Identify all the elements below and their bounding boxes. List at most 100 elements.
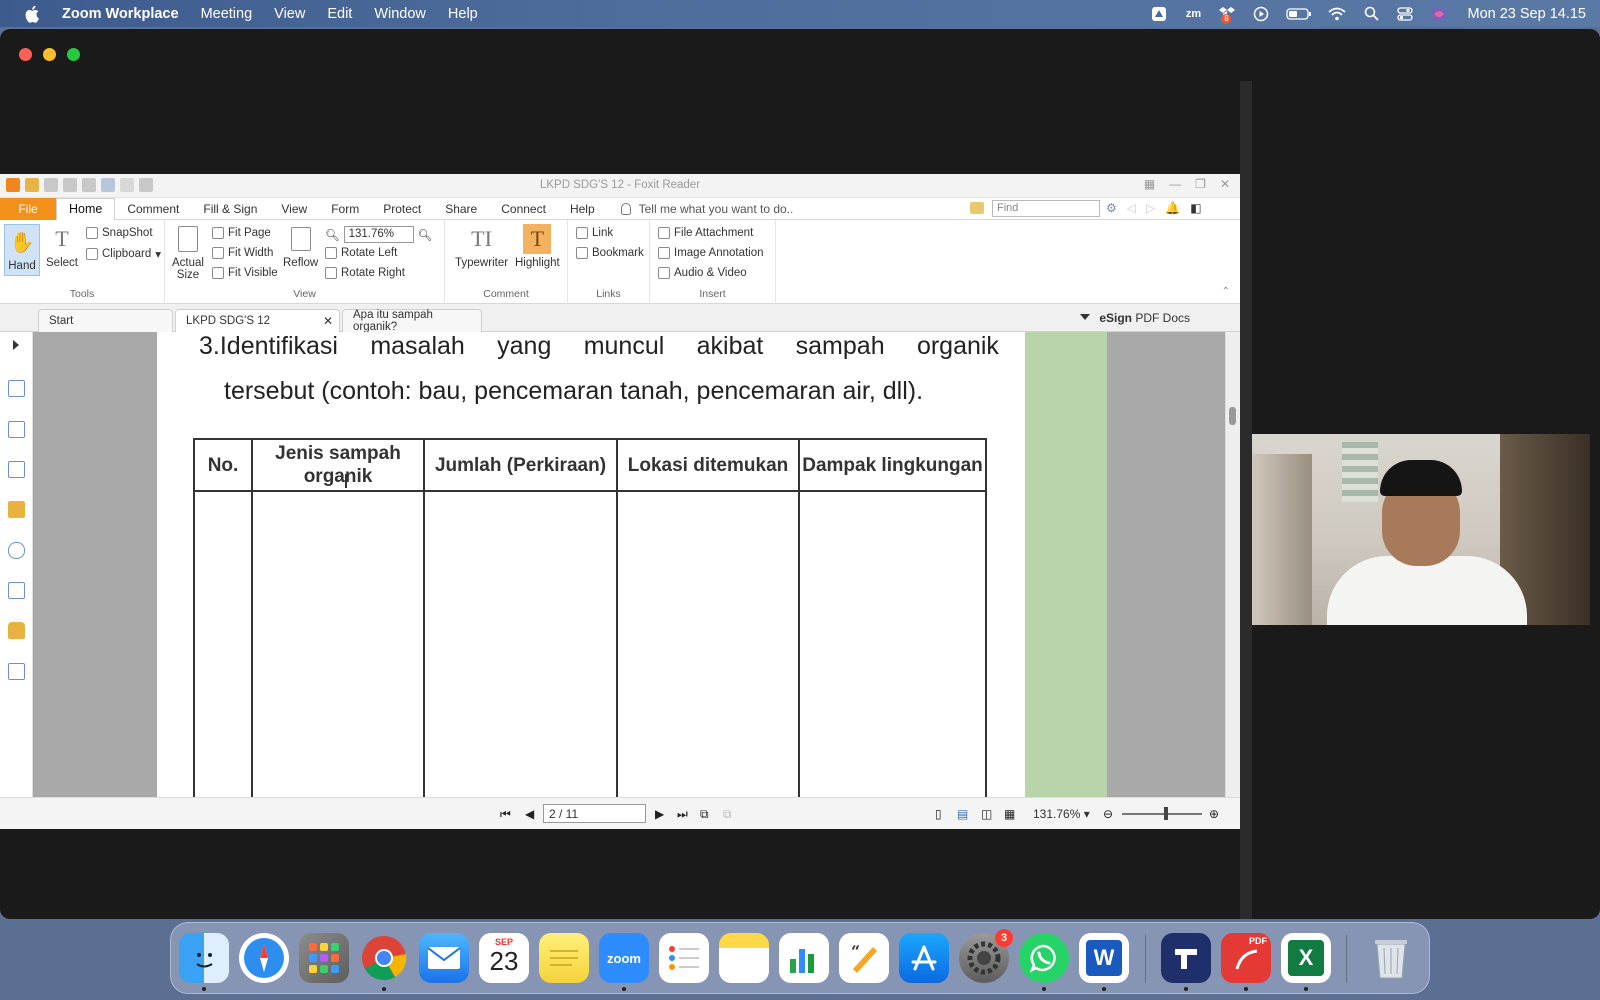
tab-list-dropdown-icon[interactable] — [1080, 314, 1090, 320]
microsoft-excel-icon[interactable]: X — [1281, 933, 1331, 983]
hand-tool-button[interactable]: ✋ Hand — [4, 224, 40, 276]
menu-help[interactable]: Help — [448, 6, 478, 22]
apple-menu-icon[interactable] — [22, 3, 44, 25]
finder-icon[interactable] — [179, 933, 229, 983]
comments-panel-icon[interactable] — [8, 501, 25, 518]
edit-tools-icon[interactable] — [8, 663, 25, 680]
highlight-button[interactable]: T Highlight — [515, 224, 560, 269]
continuous-facing-icon[interactable]: ▦ — [1004, 807, 1015, 821]
stickies-icon[interactable] — [539, 933, 589, 983]
select-tool-button[interactable]: T Select — [46, 224, 78, 269]
zoom-slider-handle[interactable] — [1164, 807, 1168, 820]
zoom-out-icon[interactable]: 🔍︎ — [325, 228, 340, 242]
numbers-icon[interactable] — [779, 933, 829, 983]
find-input[interactable]: Find — [992, 200, 1100, 217]
clipboard-button[interactable]: Clipboard ▾ — [86, 247, 161, 261]
snapshot-button[interactable]: SnapShot — [86, 227, 153, 239]
actual-size-button[interactable]: Actual Size — [172, 224, 204, 281]
menu-edit[interactable]: Edit — [327, 6, 352, 22]
notes-icon[interactable] — [719, 933, 769, 983]
dropbox-icon[interactable]: 8 — [1217, 5, 1237, 24]
reflow-button[interactable]: Reflow — [283, 224, 318, 269]
typewriter-button[interactable]: TI Typewriter — [455, 224, 508, 269]
zoom-in-button-icon[interactable]: ⊕ — [1209, 807, 1219, 821]
attachments-panel-icon[interactable] — [8, 542, 25, 559]
signatures-panel-icon[interactable] — [8, 582, 25, 599]
menubar-clock[interactable]: Mon 23 Sep 14.15 — [1467, 6, 1586, 22]
tab-comment[interactable]: Comment — [115, 198, 191, 220]
vertical-scrollbar[interactable] — [1225, 332, 1240, 797]
thumbnails-panel-icon[interactable] — [8, 421, 25, 438]
zoom-status-icon[interactable]: zm — [1183, 5, 1203, 23]
notification-bell-icon[interactable]: 🔔 — [1165, 201, 1180, 215]
control-center-icon[interactable] — [1395, 5, 1415, 23]
menu-window[interactable]: Window — [374, 6, 426, 22]
tab-protect[interactable]: Protect — [371, 198, 433, 220]
image-annotation-button[interactable]: Image Annotation — [658, 247, 764, 259]
last-page-icon[interactable]: ⏭ — [677, 807, 688, 822]
scrollbar-thumb[interactable] — [1229, 407, 1236, 425]
continuous-view-icon[interactable]: ▤ — [957, 807, 968, 821]
doc-tab-lkpd[interactable]: LKPD SDG'S 12 ✕ — [175, 309, 340, 332]
window-maximize-button[interactable] — [67, 48, 80, 61]
next-view-icon[interactable]: ⧉ — [723, 807, 732, 822]
tab-home[interactable]: Home — [56, 197, 116, 221]
foxit-restore-icon[interactable]: ❐ — [1195, 177, 1206, 191]
previous-view-icon[interactable]: ⧉ — [700, 807, 709, 822]
rotate-right-button[interactable]: Rotate Right — [325, 267, 405, 279]
battery-icon[interactable] — [1285, 5, 1313, 23]
previous-page-icon[interactable]: ◀ — [525, 807, 534, 821]
doc-tab-start[interactable]: Start — [38, 309, 173, 332]
participant-video-tile[interactable] — [1252, 434, 1590, 625]
siri-icon[interactable] — [1429, 5, 1449, 23]
presentation-app-icon[interactable] — [1161, 933, 1211, 983]
window-minimize-button[interactable] — [43, 48, 56, 61]
fit-page-button[interactable]: Fit Page — [212, 227, 271, 239]
collapse-ribbon-icon[interactable]: ⌃ — [1222, 286, 1230, 297]
fit-visible-button[interactable]: Fit Visible — [212, 267, 278, 279]
window-close-button[interactable] — [19, 48, 32, 61]
play-circle-icon[interactable] — [1251, 5, 1271, 23]
zoom-in-icon[interactable]: 🔍︎ — [418, 228, 433, 242]
account-icon[interactable]: ◧ — [1190, 201, 1201, 215]
microsoft-word-icon[interactable]: W — [1079, 933, 1129, 983]
safari-icon[interactable] — [239, 933, 289, 983]
menu-meeting[interactable]: Meeting — [201, 6, 253, 22]
tab-fill-sign[interactable]: Fill & Sign — [191, 198, 269, 220]
zoom-app-icon[interactable]: zoom — [599, 933, 649, 983]
bookmark-button[interactable]: Bookmark — [576, 247, 644, 259]
table-cell[interactable] — [193, 490, 253, 797]
whatsapp-icon[interactable] — [1019, 933, 1069, 983]
spotlight-search-icon[interactable] — [1361, 5, 1381, 23]
tab-form[interactable]: Form — [319, 198, 371, 220]
pdf-reader-icon[interactable]: PDF — [1221, 933, 1271, 983]
menu-view[interactable]: View — [274, 6, 305, 22]
ribbon-display-icon[interactable]: ▦ — [1144, 177, 1155, 191]
page-number-input[interactable]: 2 / 11 — [543, 804, 646, 823]
zoom-level-select[interactable]: 131.76% — [343, 226, 414, 243]
fit-width-button[interactable]: Fit Width — [212, 247, 273, 259]
layers-panel-icon[interactable] — [8, 461, 25, 478]
pages-quote-icon[interactable]: “ — [839, 933, 889, 983]
find-folder-icon[interactable] — [970, 202, 984, 214]
system-settings-icon[interactable]: 3 — [959, 929, 1013, 983]
tab-share[interactable]: Share — [433, 198, 489, 220]
facing-view-icon[interactable]: ◫ — [981, 807, 992, 821]
next-view-icon[interactable]: ▷ — [1146, 201, 1155, 215]
table-cell[interactable] — [616, 490, 800, 797]
trash-icon[interactable] — [1366, 933, 1416, 983]
esign-pdf-docs-button[interactable]: eSign PDF Docs — [1099, 311, 1190, 325]
file-attachment-button[interactable]: File Attachment — [658, 227, 753, 239]
launchpad-icon[interactable] — [299, 933, 349, 983]
chrome-icon[interactable] — [359, 933, 409, 983]
tab-help[interactable]: Help — [558, 198, 607, 220]
foxit-minimize-icon[interactable]: — — [1169, 177, 1181, 191]
table-cell[interactable] — [251, 490, 425, 797]
table-cell[interactable] — [423, 490, 618, 797]
prev-view-icon[interactable]: ◁ — [1127, 201, 1136, 215]
mail-icon[interactable] — [419, 933, 469, 983]
menu-zoom-workplace[interactable]: Zoom Workplace — [62, 6, 179, 22]
rotate-left-button[interactable]: Rotate Left — [325, 247, 397, 259]
status-zoom-level[interactable]: 131.76% ▾ — [1033, 807, 1090, 821]
table-cell[interactable] — [798, 490, 987, 797]
